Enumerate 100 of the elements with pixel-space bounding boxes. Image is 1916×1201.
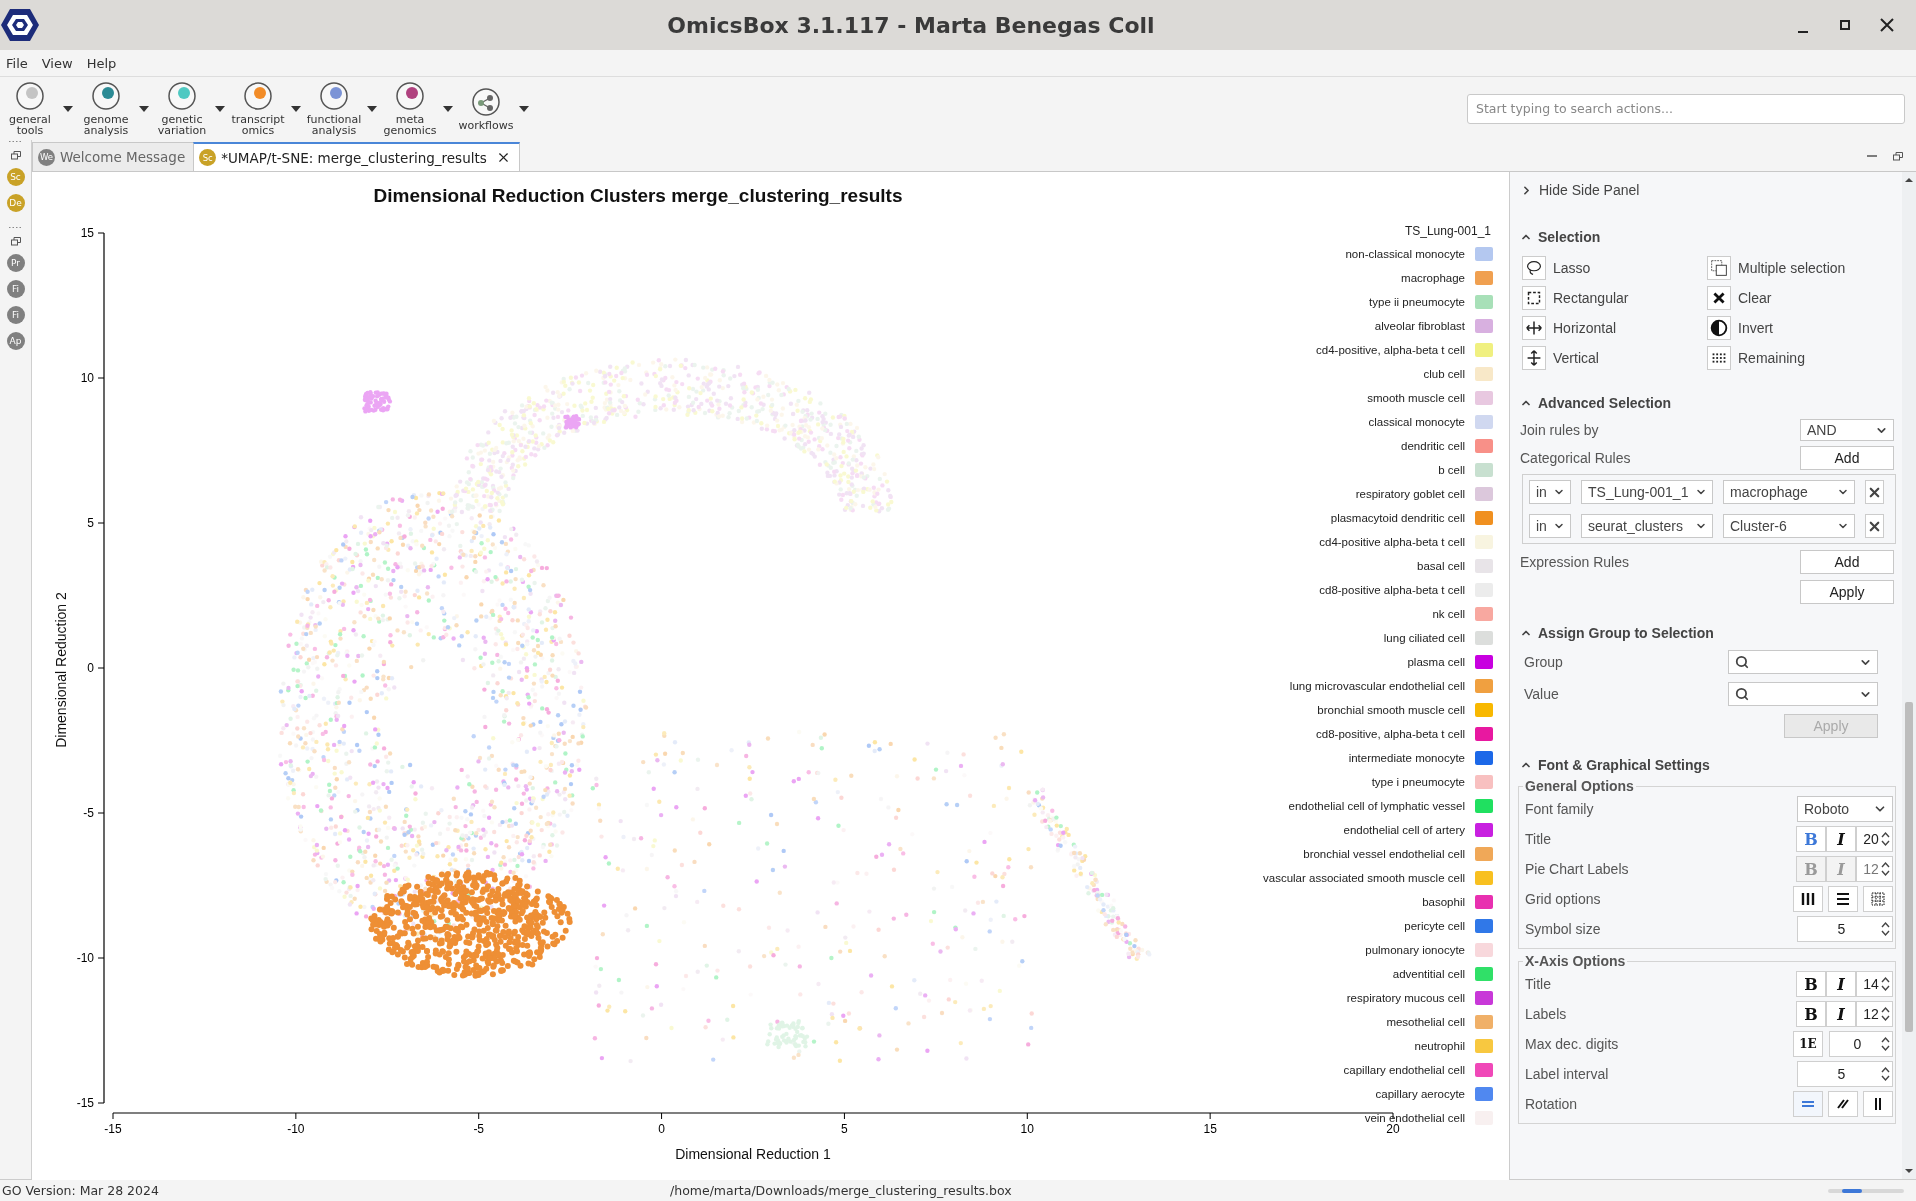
spinner-arrows-icon[interactable]: [1881, 976, 1890, 992]
number-spinner[interactable]: 0: [1829, 1031, 1893, 1057]
bold-toggle[interactable]: B: [1796, 1001, 1826, 1027]
operator-dropdown[interactable]: in: [1529, 514, 1571, 538]
value-dropdown[interactable]: Cluster-6: [1723, 514, 1855, 538]
field-dropdown[interactable]: seurat_clusters: [1581, 514, 1713, 538]
vertical-grid-button[interactable]: [1793, 886, 1823, 912]
section-header[interactable]: Font & Graphical Settings: [1518, 752, 1712, 778]
tick-label: 10: [1020, 1122, 1034, 1136]
section-header[interactable]: Assign Group to Selection: [1518, 620, 1716, 646]
value-dropdown[interactable]: macrophage: [1723, 480, 1855, 504]
tick-label: 0: [87, 661, 94, 675]
legend-label: cd8-positive alpha-beta t cell: [1319, 584, 1465, 596]
stacked-squares-icon: [1707, 256, 1731, 280]
dropdown-caret[interactable]: [364, 105, 380, 112]
legend-label: smooth muscle cell: [1367, 392, 1465, 404]
restore-icon[interactable]: [10, 237, 21, 246]
vertical-rotation-button[interactable]: [1863, 1091, 1893, 1117]
dropdown-caret[interactable]: [440, 105, 456, 112]
toolbar-button[interactable]: transcript omics: [228, 81, 288, 136]
toolbar-button[interactable]: genome analysis: [76, 81, 136, 136]
menu-item[interactable]: File: [0, 53, 36, 73]
spinner-arrows-icon[interactable]: [1881, 1006, 1890, 1022]
dropdown-caret[interactable]: [60, 105, 76, 112]
caret-icon: [139, 105, 149, 112]
operator-dropdown[interactable]: in: [1529, 480, 1571, 504]
selection-tool-button[interactable]: Clear: [1707, 286, 1892, 310]
dock-item[interactable]: Fi: [6, 306, 25, 324]
font-size-spinner[interactable]: 14: [1856, 971, 1893, 997]
search-field[interactable]: Start typing to search actions...: [1467, 93, 1905, 124]
font-size-spinner[interactable]: 12: [1856, 1001, 1893, 1027]
spinner-arrows-icon[interactable]: [1881, 1036, 1890, 1052]
legend-label: cd4-positive, alpha-beta t cell: [1316, 344, 1465, 356]
add-button[interactable]: Add: [1800, 446, 1894, 470]
menu-item[interactable]: View: [35, 53, 81, 73]
spinner-arrows-icon[interactable]: [1881, 831, 1890, 847]
horizontal-rotation-button[interactable]: [1793, 1091, 1823, 1117]
scrollbar[interactable]: [1902, 172, 1916, 1179]
hide-panel-button[interactable]: Hide Side Panel: [1518, 176, 1642, 204]
selection-tool-button[interactable]: Remaining: [1707, 346, 1892, 370]
dropdown-caret[interactable]: [212, 105, 228, 112]
dropdown-caret[interactable]: [288, 105, 304, 112]
italic-toggle[interactable]: I: [1826, 1001, 1856, 1027]
restore-icon: [1893, 151, 1903, 161]
legend-label: classical monocyte: [1368, 416, 1465, 428]
section-header[interactable]: Advanced Selection: [1518, 390, 1674, 416]
delete-rule-button[interactable]: [1865, 514, 1884, 538]
x-axis-title: Dimensional Reduction 1: [675, 1146, 831, 1162]
font-family-dropdown[interactable]: Roboto: [1797, 796, 1893, 822]
toolbar-button[interactable]: general tools: [0, 81, 60, 136]
section-header[interactable]: Selection: [1518, 224, 1603, 250]
scientific-toggle[interactable]: 1E: [1793, 1031, 1823, 1057]
add-button[interactable]: Add: [1800, 550, 1894, 574]
tab-badge: Sc: [199, 149, 217, 166]
legend-label: bronchial smooth muscle cell: [1317, 704, 1465, 716]
spinner-arrows-icon[interactable]: [1881, 861, 1890, 877]
tab[interactable]: We Welcome Message: [32, 142, 195, 171]
restore-icon[interactable]: [10, 151, 21, 160]
setting-label: Pie Chart Labels: [1525, 861, 1629, 877]
selection-tool-button[interactable]: Horizontal: [1522, 316, 1707, 340]
selection-tool-button[interactable]: Rectangular: [1522, 286, 1707, 310]
font-size-spinner[interactable]: 20: [1856, 826, 1893, 852]
toolbar-button[interactable]: workflows: [456, 86, 516, 131]
dock-item[interactable]: Fi: [6, 280, 25, 298]
join-dropdown[interactable]: AND: [1800, 419, 1894, 441]
bold-toggle[interactable]: B: [1796, 971, 1826, 997]
delete-rule-button[interactable]: [1865, 480, 1884, 504]
toolbar-button[interactable]: genetic variation: [152, 81, 212, 136]
diagonal-rotation-button[interactable]: [1828, 1091, 1858, 1117]
legend-label: bronchial vessel endothelial cell: [1303, 848, 1465, 860]
maximize-view-button[interactable]: [1890, 149, 1906, 163]
dropdown-caret[interactable]: [516, 105, 532, 112]
spinner-arrows-icon[interactable]: [1881, 1066, 1890, 1082]
horizontal-grid-button[interactable]: [1828, 886, 1858, 912]
number-spinner[interactable]: 5: [1797, 916, 1893, 942]
selection-tool-button[interactable]: Invert: [1707, 316, 1892, 340]
toolbar-button[interactable]: functional analysis: [304, 81, 364, 136]
apply-button[interactable]: Apply: [1800, 580, 1894, 604]
tick-label: 15: [80, 226, 94, 240]
italic-toggle[interactable]: I: [1826, 971, 1856, 997]
bold-toggle[interactable]: B: [1796, 826, 1826, 852]
dock-item[interactable]: Pr: [6, 254, 25, 272]
number-spinner[interactable]: 5: [1797, 1061, 1893, 1087]
dropdown-caret[interactable]: [136, 105, 152, 112]
legend-label: adventitial cell: [1392, 968, 1465, 980]
toolbar-button[interactable]: meta genomics: [380, 81, 440, 136]
tab[interactable]: Sc *UMAP/t-SNE: merge_clustering_results: [193, 142, 520, 171]
scrollbar-thumb[interactable]: [1905, 702, 1913, 1032]
menu-item[interactable]: Help: [80, 53, 125, 73]
selection-tool-button[interactable]: Vertical: [1522, 346, 1707, 370]
legend-label: lung microvascular endothelial cell: [1289, 680, 1465, 692]
legend-title: TS_Lung-001_1: [1404, 223, 1492, 240]
group-title: General Options: [1524, 778, 1635, 794]
dock-item[interactable]: Ap: [6, 332, 25, 350]
selection-tool-button[interactable]: Lasso: [1522, 256, 1707, 280]
field-dropdown[interactable]: TS_Lung-001_1: [1581, 480, 1713, 504]
full-grid-button[interactable]: [1863, 886, 1893, 912]
italic-toggle[interactable]: I: [1826, 826, 1856, 852]
spinner-arrows-icon[interactable]: [1881, 921, 1890, 937]
selection-tool-button[interactable]: Multiple selection: [1707, 256, 1892, 280]
